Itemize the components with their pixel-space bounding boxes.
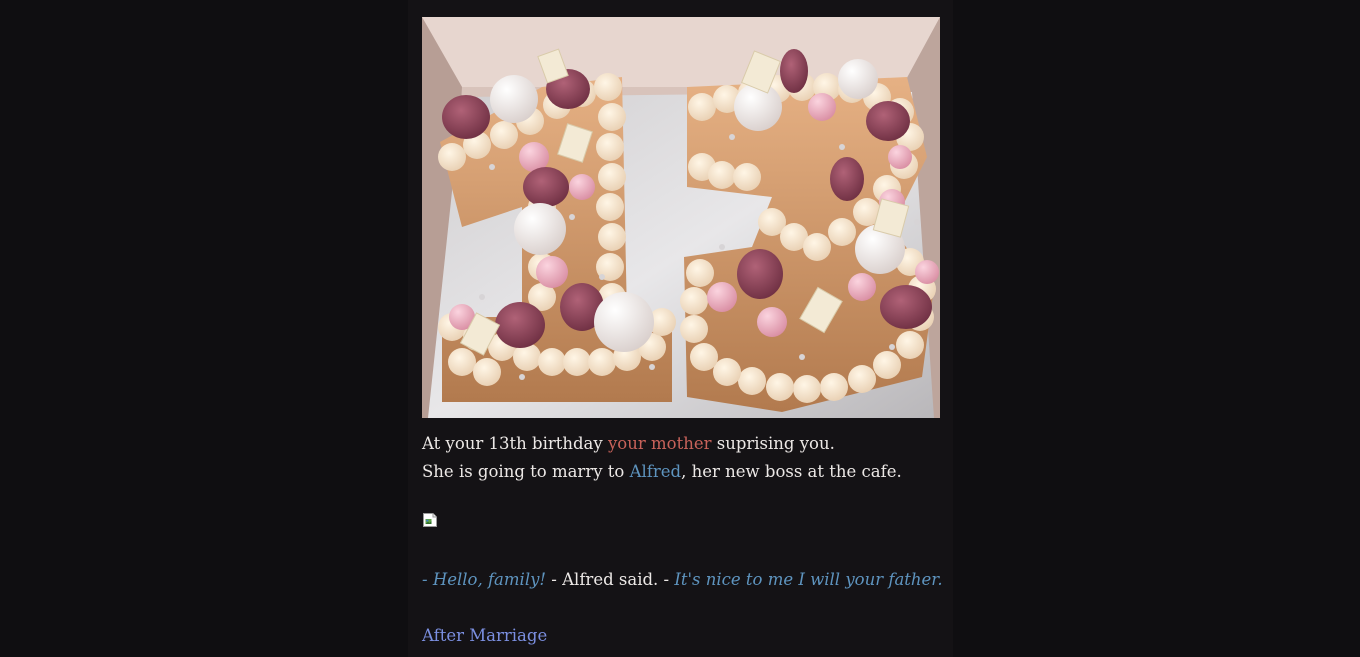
passage-line-2-text: She is going to marry to [422, 462, 630, 481]
passage-line-1: At your 13th birthday your mother supris… [422, 434, 835, 453]
passage-line-2-end: , her new boss at the cafe. [681, 462, 902, 481]
mother-highlight: your mother [607, 434, 712, 453]
dialogue-line: - Hello, family! - Alfred said. - It's n… [422, 566, 943, 594]
alfred-highlight: Alfred [629, 462, 682, 481]
cake-photo [422, 17, 940, 418]
passage-line-1-text: At your 13th birthday [422, 434, 608, 453]
after-marriage-link[interactable]: After Marriage [422, 622, 547, 650]
story-content: At your 13th birthday your mother supris… [422, 17, 943, 650]
story-passage: At your 13th birthday your mother supris… [422, 430, 940, 486]
alfred-statement: It's nice to me I will your father. [674, 570, 943, 589]
dialogue-narration: - Alfred said. - [546, 570, 675, 589]
passage-line-1-end: suprising you. [711, 434, 835, 453]
alfred-greeting: - Hello, family! [422, 570, 547, 589]
broken-image-icon [423, 513, 437, 527]
story-column: At your 13th birthday your mother supris… [408, 0, 953, 657]
passage-line-2: She is going to marry to Alfred, her new… [422, 462, 902, 481]
